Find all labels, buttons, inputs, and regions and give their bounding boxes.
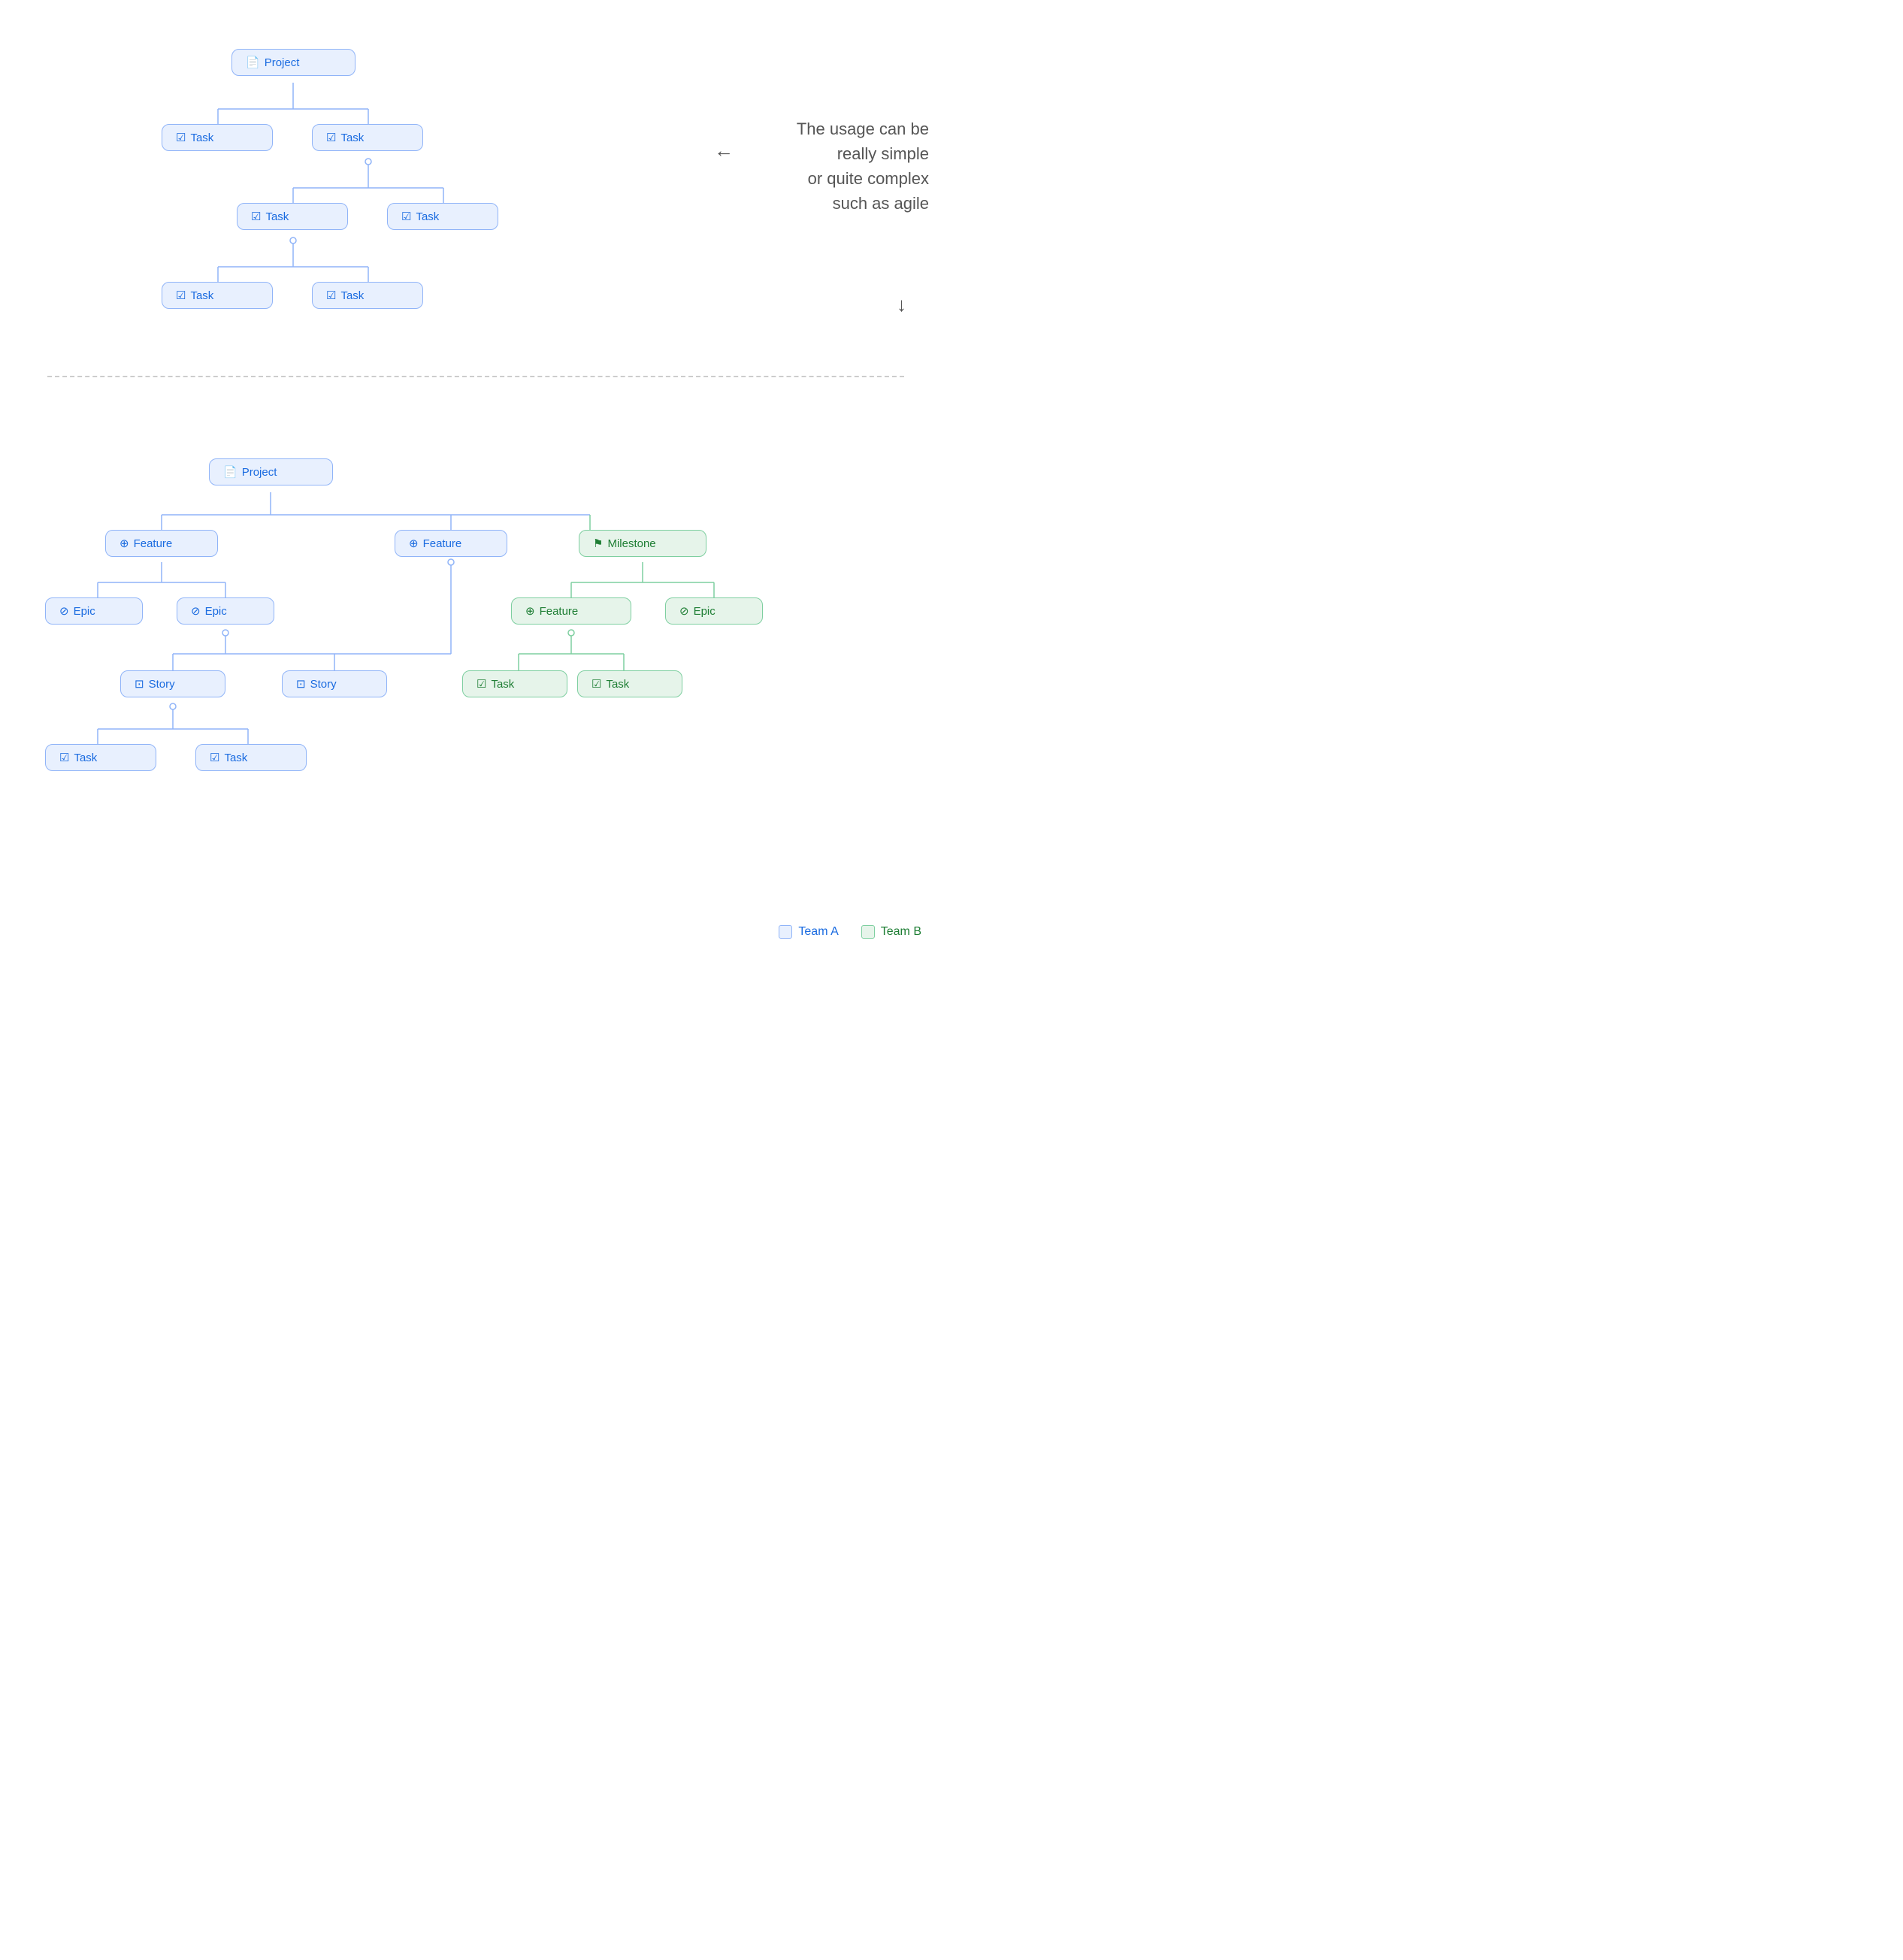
diagram1-task5: ☑ Task: [162, 282, 273, 309]
check-icon: ☑: [176, 131, 186, 144]
shield-icon3: ⊘: [679, 604, 689, 618]
check-icon-g2: ☑: [591, 677, 601, 691]
diagram2-epic2: ⊘ Epic: [177, 597, 274, 625]
diagram1-task1: ☑ Task: [162, 124, 273, 151]
diagram2-task3: ☑ Task: [462, 670, 567, 697]
diagram1-task2: ☑ Task: [312, 124, 423, 151]
doc-icon: 📄: [246, 56, 260, 69]
diagram2-epic1: ⊘ Epic: [45, 597, 143, 625]
diagram2-story1: ⊡ Story: [120, 670, 225, 697]
diagram2-epic3: ⊘ Epic: [665, 597, 763, 625]
diagram1-task6: ☑ Task: [312, 282, 423, 309]
shield-icon: ⊘: [59, 604, 69, 618]
diagram2-task6: ☑ Task: [195, 744, 307, 771]
plus-icon3: ⊕: [525, 604, 535, 618]
legend-box-blue: [779, 925, 792, 939]
check-icon: ☑: [401, 210, 411, 223]
check-icon: ☑: [326, 131, 336, 144]
diagram2-project: 📄 Project: [209, 458, 333, 485]
diagram1-task4: ☑ Task: [387, 203, 498, 230]
diagram2-task4: ☑ Task: [577, 670, 682, 697]
legend-item-team-b: Team B: [861, 925, 921, 939]
section-divider: [47, 376, 903, 377]
check-icon-b3: ☑: [59, 751, 69, 764]
diagram2-feature3: ⊕ Feature: [511, 597, 631, 625]
diagram2-feature1: ⊕ Feature: [105, 530, 218, 557]
arrow-down-icon: ↓: [897, 293, 906, 316]
diagram1-project: 📄 Project: [231, 49, 355, 76]
diagram2-feature2: ⊕ Feature: [395, 530, 507, 557]
plus-icon2: ⊕: [409, 537, 419, 550]
diagram1-task3: ☑ Task: [237, 203, 348, 230]
legend-label-team-b: Team B: [881, 925, 921, 939]
check-icon: ☑: [176, 289, 186, 302]
doc-icon2: 📄: [223, 465, 237, 479]
legend-box-green: [861, 925, 875, 939]
story-icon2: ⊡: [296, 677, 306, 691]
shield-icon2: ⊘: [191, 604, 201, 618]
legend-label-team-a: Team A: [798, 925, 838, 939]
legend: Team A Team B: [779, 925, 921, 939]
diagram2-task5: ☑ Task: [45, 744, 156, 771]
arrow-right-icon: ←: [714, 139, 734, 162]
diagram2-milestone: ⚑ Milestone: [579, 530, 706, 557]
check-icon: ☑: [251, 210, 261, 223]
annotation-text: The usage can be really simple or quite …: [797, 116, 929, 216]
diagram2-story2: ⊡ Story: [282, 670, 387, 697]
story-icon: ⊡: [135, 677, 144, 691]
flag-icon: ⚑: [593, 537, 603, 550]
plus-icon: ⊕: [120, 537, 129, 550]
check-icon: ☑: [326, 289, 336, 302]
legend-item-team-a: Team A: [779, 925, 838, 939]
check-icon-g1: ☑: [477, 677, 486, 691]
check-icon-b4: ☑: [210, 751, 219, 764]
